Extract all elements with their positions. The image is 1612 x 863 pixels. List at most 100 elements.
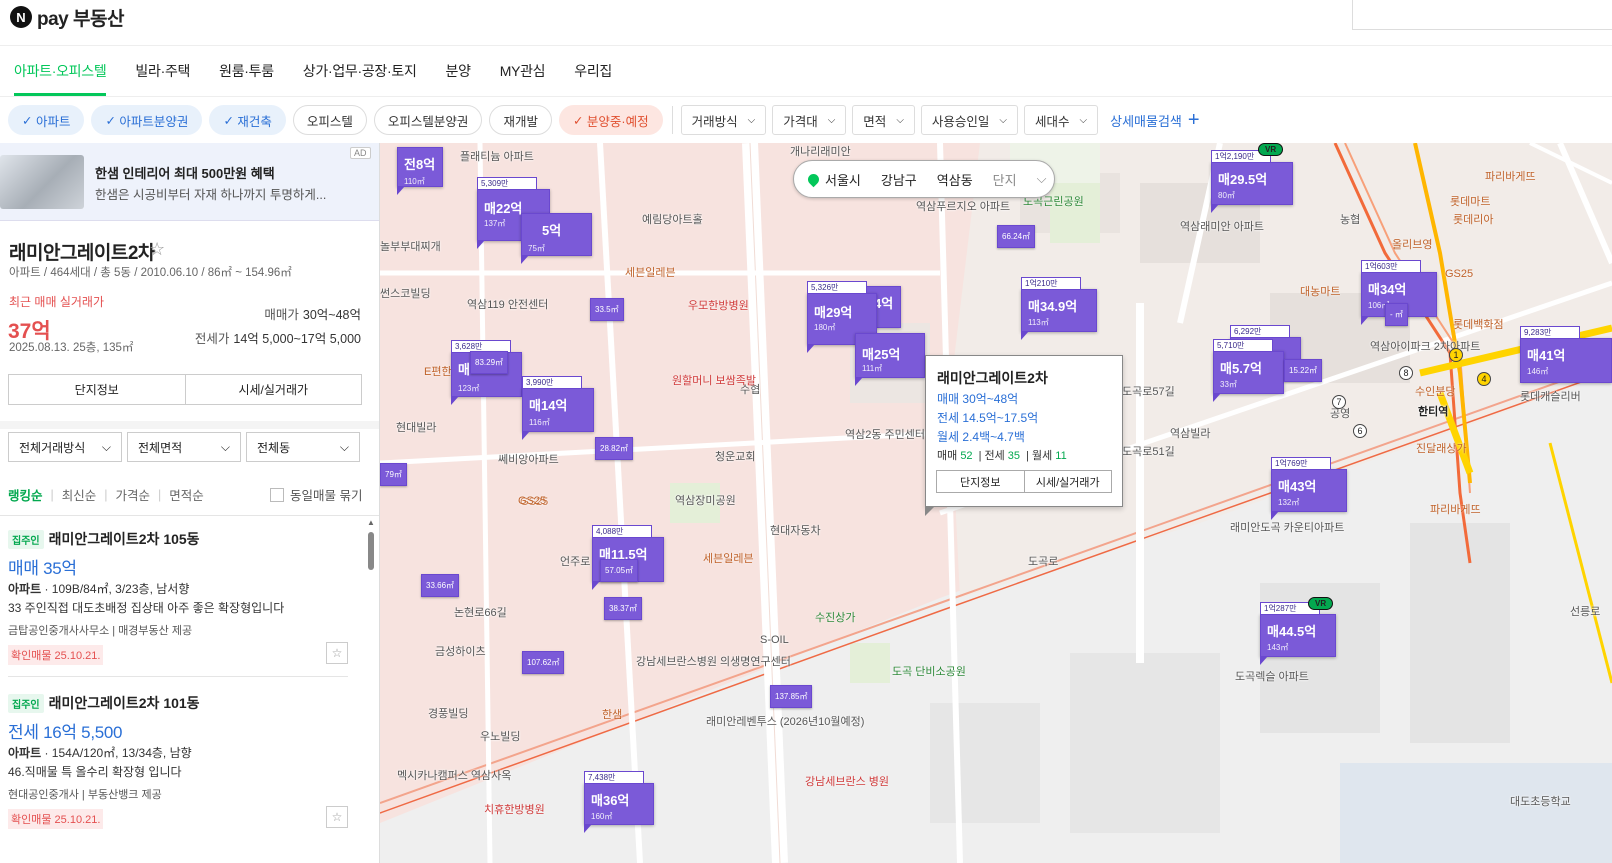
price-marker[interactable]: 1억287만 매44.5억 143㎡ bbox=[1260, 602, 1336, 665]
select-trade-type[interactable]: 전체거래방식 ⌵ bbox=[8, 432, 122, 462]
marker-price: 매41억 bbox=[1527, 348, 1566, 363]
chip-apartment[interactable]: ✓ 아파트 bbox=[8, 105, 85, 135]
place-label: GS25 bbox=[1445, 268, 1474, 280]
vr-badge[interactable]: VR bbox=[1258, 143, 1284, 156]
popup-jeonse: 전세 14.5억~17.5억 bbox=[937, 411, 1039, 425]
price-marker[interactable]: 7,438만 매36억 160㎡ bbox=[584, 771, 654, 833]
price-marker[interactable]: 5억 75㎡ bbox=[521, 213, 592, 264]
favorite-star-icon[interactable]: ☆ bbox=[326, 806, 348, 828]
sort-area[interactable]: 면적순 bbox=[169, 485, 204, 504]
dropdown-area[interactable]: 면적 ⌵ bbox=[852, 105, 915, 135]
dropdown-households[interactable]: 세대수 ⌵ bbox=[1024, 105, 1099, 135]
popup-price-history-button[interactable]: 시세/실거래가 bbox=[1023, 471, 1112, 492]
list-item[interactable]: 집주인 래미안그레이트2차 101동 전세 16억 5,500 아파트 · 154… bbox=[8, 680, 353, 840]
sort-latest[interactable]: 최신순 bbox=[62, 485, 97, 504]
price-marker[interactable]: 3,990만 매14억 116㎡ bbox=[522, 376, 594, 440]
tab-oneroom[interactable]: 원룸·투룸 bbox=[219, 46, 274, 96]
tab-my-interest[interactable]: MY관심 bbox=[500, 46, 546, 96]
favorite-star-icon[interactable]: ☆ bbox=[149, 239, 165, 260]
place-label: 원할머니 보쌈족발 bbox=[672, 375, 757, 387]
place-label: 썬스코빌딩 bbox=[380, 288, 431, 300]
marker-count: 1억769만 bbox=[1271, 457, 1331, 470]
scroll-up-icon[interactable]: ▲ bbox=[367, 518, 375, 527]
chip-officetel[interactable]: 오피스텔 bbox=[292, 105, 367, 135]
chip-officetel-presale-right[interactable]: 오피스텔분양권 bbox=[373, 105, 483, 135]
area-marker[interactable]: 137.85㎡ bbox=[770, 685, 813, 708]
area-marker[interactable]: 15.22㎡ bbox=[1284, 359, 1323, 382]
price-history-button[interactable]: 시세/실거래가 bbox=[184, 375, 362, 404]
chip-redevelopment[interactable]: 재개발 bbox=[489, 105, 552, 135]
scrollbar-thumb[interactable] bbox=[368, 532, 374, 570]
area-marker[interactable]: 28.82㎡ bbox=[595, 437, 634, 460]
location-mode[interactable]: 단지 bbox=[993, 170, 1017, 189]
sort-price[interactable]: 가격순 bbox=[116, 485, 151, 504]
favorite-star-icon[interactable]: ☆ bbox=[326, 642, 348, 664]
list-filter-row: 전체거래방식 ⌵ 전체면적 ⌵ 전체동 ⌵ bbox=[8, 432, 360, 462]
scrollbar[interactable]: ▲ bbox=[367, 518, 375, 863]
price-marker[interactable]: 전8억 110㎡ bbox=[397, 147, 443, 195]
area-marker[interactable]: 57.05㎡ bbox=[600, 559, 639, 582]
area-marker[interactable]: 33.5㎡ bbox=[590, 298, 624, 321]
place-label: GS25 bbox=[518, 495, 547, 507]
location-city[interactable]: 서울시 bbox=[825, 170, 861, 189]
area-marker[interactable]: 107.62㎡ bbox=[522, 651, 565, 674]
select-dong[interactable]: 전체동 ⌵ bbox=[246, 432, 360, 462]
complex-popup[interactable]: 래미안그레이트2차 매매 30억~48억 전세 14.5억~17.5억 월세 2… bbox=[925, 355, 1123, 516]
location-dong[interactable]: 역삼동 bbox=[937, 170, 973, 189]
place-label: 경풍빌딩 bbox=[428, 708, 469, 720]
vr-badge[interactable]: VR bbox=[1308, 597, 1334, 610]
jeonse-label: 전세가 bbox=[194, 332, 230, 346]
popup-complex-info-button[interactable]: 단지정보 bbox=[937, 471, 1024, 492]
tab-villa-house[interactable]: 빌라·주택 bbox=[135, 46, 190, 96]
location-breadcrumb[interactable]: 서울시 강남구 역삼동 단지 ⌵ bbox=[793, 160, 1055, 198]
chip-presale-upcoming[interactable]: ✓ 분양중·예정 bbox=[558, 105, 663, 135]
chip-apartment-presale-right[interactable]: ✓ 아파트분양권 bbox=[91, 105, 203, 135]
subway-exit-icon: 4 bbox=[1477, 372, 1491, 386]
dropdown-approval-date[interactable]: 사용승인일 ⌵ bbox=[920, 105, 1019, 135]
ad-banner[interactable]: 한샘 인테리어 최대 500만원 혜택 한샘은 시공비부터 자재 하나까지 투명… bbox=[0, 143, 379, 221]
group-same-listings[interactable]: 동일매물 묶기 bbox=[270, 485, 362, 504]
area-marker[interactable]: 66.24㎡ bbox=[997, 225, 1036, 248]
list-item[interactable]: 집주인 래미안그레이트2차 105동 매매 35억 아파트 · 109B/84㎡,… bbox=[8, 516, 353, 677]
marker-count: 1억603만 bbox=[1361, 260, 1421, 273]
tab-apartment-officetel[interactable]: 아파트·오피스텔 bbox=[14, 46, 107, 96]
place-label: E편한 bbox=[424, 366, 452, 378]
tab-commercial[interactable]: 상가·업무·공장·토지 bbox=[303, 46, 417, 96]
dropdown-trade-type[interactable]: 거래방식 ⌵ bbox=[680, 105, 767, 135]
place-label: 역삼119 안전센터 bbox=[467, 299, 549, 311]
tab-my-home[interactable]: 우리집 bbox=[574, 46, 612, 96]
complex-info-button[interactable]: 단지정보 bbox=[9, 375, 185, 404]
map-view[interactable]: 플래티늄 아파트 놀부부대찌개 썬스코빌딩 역삼119 안전센터 E편한 현대빌… bbox=[380, 143, 1612, 863]
marker-price: 매36억 bbox=[591, 793, 630, 808]
marker-area: 180㎡ bbox=[814, 323, 836, 332]
location-district[interactable]: 강남구 bbox=[881, 170, 917, 189]
price-marker[interactable]: 5,710만 매5.7억 33㎡ bbox=[1213, 339, 1284, 402]
chip-reconstruction[interactable]: ✓ 재건축 bbox=[209, 105, 286, 135]
checkbox[interactable] bbox=[270, 487, 284, 502]
price-marker[interactable]: 1억2,190만 매29.5억 80㎡ bbox=[1211, 150, 1293, 213]
advanced-search-button[interactable]: 상세매물검색 + bbox=[1110, 109, 1199, 132]
price-marker[interactable]: 9,283만 매41억 146㎡ bbox=[1520, 326, 1612, 383]
price-marker[interactable]: 매25억 111㎡ bbox=[855, 333, 925, 386]
area-marker[interactable]: 38.37㎡ bbox=[604, 597, 643, 620]
dropdown-price[interactable]: 가격대 ⌵ bbox=[772, 105, 847, 135]
price-marker[interactable]: 1억210만 매34.9억 113㎡ bbox=[1021, 277, 1097, 340]
marker-price: 매5.7억 bbox=[1220, 361, 1262, 376]
place-label: 래미안레벤투스 (2026년10월예정) bbox=[706, 716, 865, 728]
marker-tail bbox=[807, 344, 815, 353]
area-marker[interactable]: 33.66㎡ bbox=[421, 574, 460, 597]
marker-area: 123㎡ bbox=[458, 384, 480, 393]
checkbox-label: 동일매물 묶기 bbox=[290, 489, 363, 503]
select-area[interactable]: 전체면적 ⌵ bbox=[127, 432, 241, 462]
area-marker[interactable]: - ㎡ bbox=[1385, 303, 1408, 326]
chevron-down-icon: ⌵ bbox=[827, 114, 836, 126]
tab-presale[interactable]: 분양 bbox=[446, 46, 471, 96]
sort-ranking[interactable]: 랭킹순 bbox=[8, 485, 43, 504]
price-marker[interactable]: 1억769만 매43억 132㎡ bbox=[1271, 457, 1347, 520]
area-marker[interactable]: 79㎡ bbox=[380, 463, 407, 486]
area-marker[interactable]: 83.29㎡ bbox=[470, 351, 509, 374]
owner-badge: 집주인 bbox=[8, 530, 44, 549]
naver-pay-realestate-logo[interactable]: N pay 부동산 bbox=[10, 6, 124, 30]
search-input[interactable] bbox=[1352, 0, 1612, 30]
place-label: 놀부부대찌개 bbox=[380, 241, 441, 253]
